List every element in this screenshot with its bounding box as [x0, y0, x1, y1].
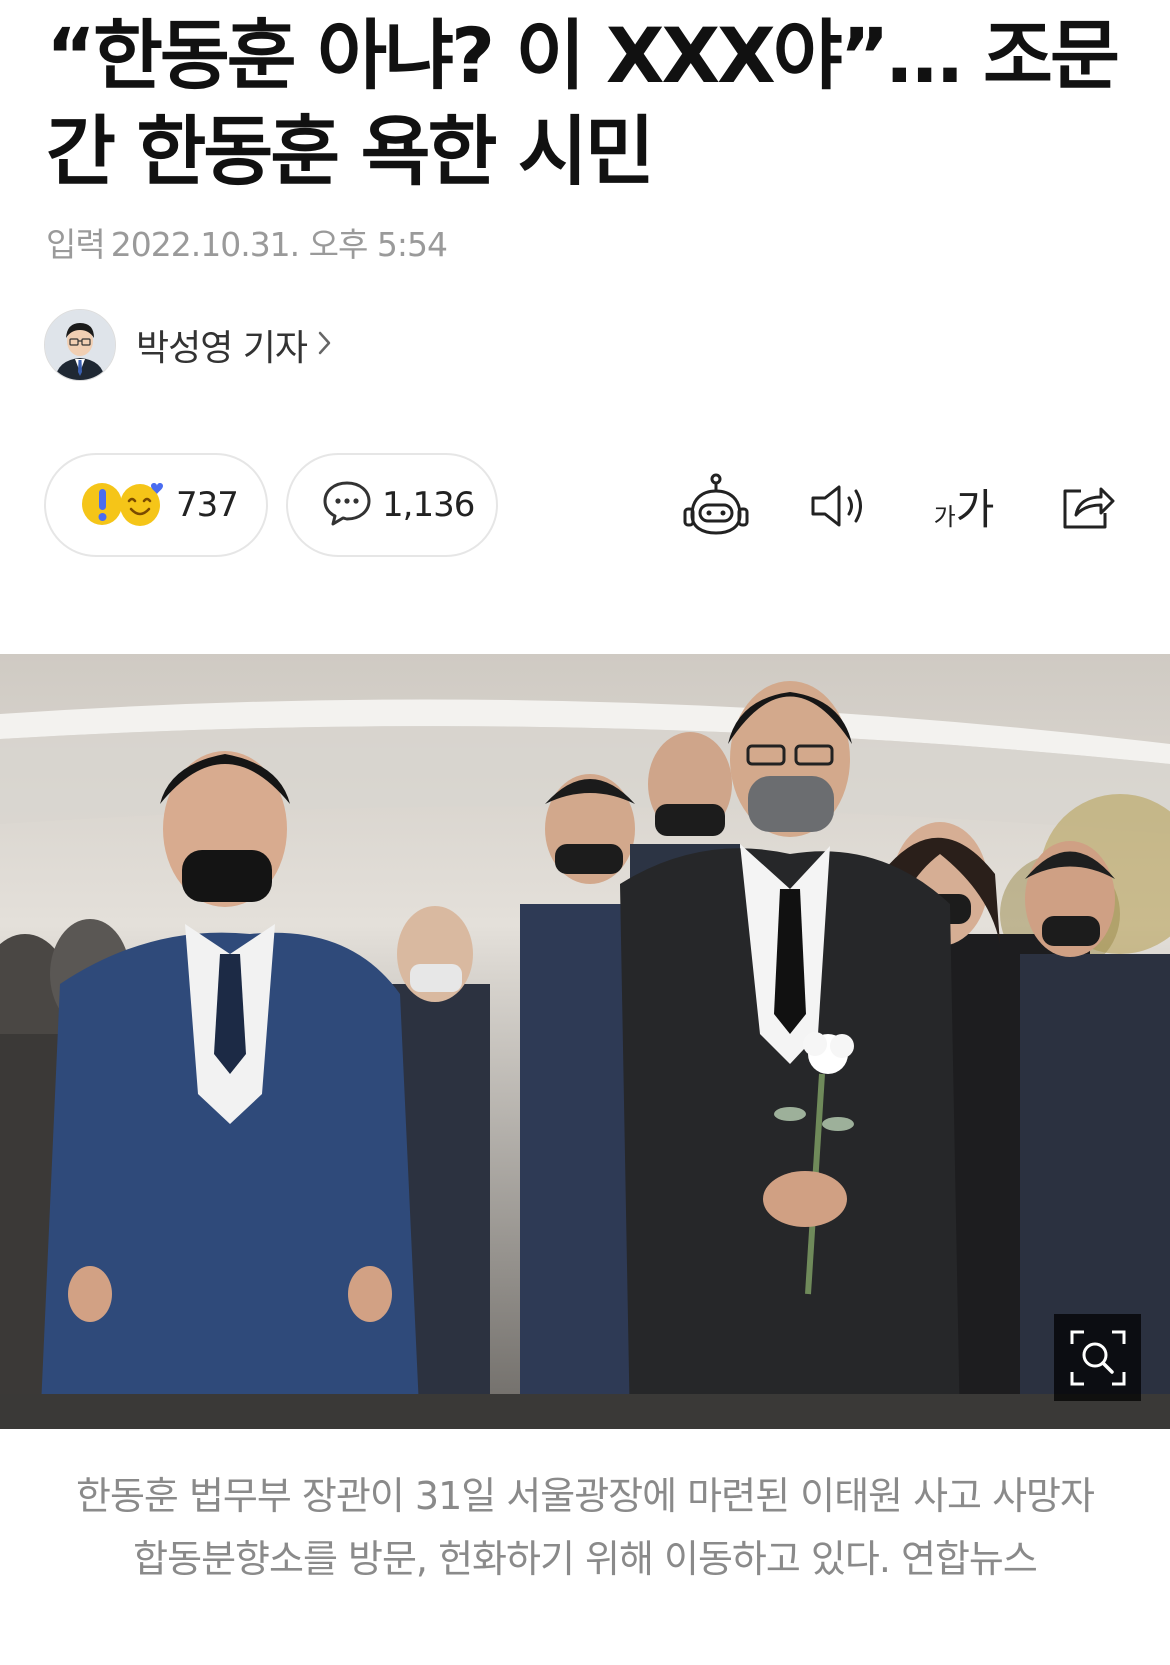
font-size-large-label: 가 — [955, 484, 995, 534]
author-name: 박성영 기자 — [136, 328, 308, 369]
reaction-count: 737 — [176, 485, 239, 525]
share-icon[interactable] — [1052, 470, 1124, 542]
author-link[interactable]: 박성영 기자 — [44, 309, 333, 381]
article-meta: 입력 2022.10.31. 오후 5:54 — [46, 218, 453, 266]
article-photo[interactable] — [0, 654, 1170, 1429]
zoom-search-icon[interactable] — [1054, 1314, 1141, 1401]
comment-button[interactable]: 1,136 — [286, 453, 498, 557]
speech-bubble-icon — [322, 479, 372, 531]
speaker-icon[interactable] — [804, 470, 876, 542]
reaction-button[interactable]: 737 — [44, 453, 268, 557]
font-size-icon[interactable]: 가가 — [924, 470, 1004, 542]
comment-count: 1,136 — [382, 485, 475, 525]
smile-heart-emoji-icon — [118, 477, 166, 533]
meta-datetime: 2022.10.31. 오후 5:54 — [110, 225, 448, 264]
reporter-avatar — [44, 309, 116, 381]
robot-summary-icon[interactable] — [680, 470, 752, 542]
photo-caption: 한동훈 법무부 장관이 31일 서울광장에 마련된 이태원 사고 사망자 합동분… — [76, 1474, 1095, 1581]
article-title: “한동훈 아냐? 이 XXX야”… 조문간 한동훈 욕한 시민 — [46, 11, 1120, 196]
chevron-right-icon — [317, 329, 333, 361]
meta-label: 입력 — [46, 225, 106, 264]
font-size-small-label: 가 — [933, 502, 956, 531]
